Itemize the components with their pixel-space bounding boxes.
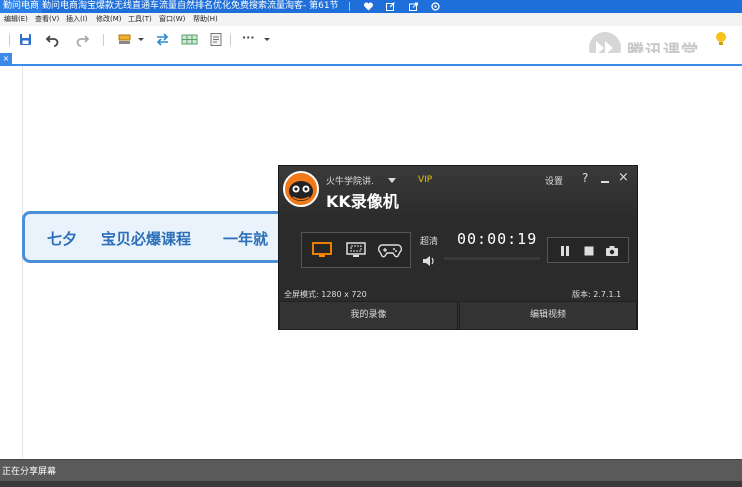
course-banner: 七夕 宝贝必爆课程 一年就 <box>22 211 322 263</box>
pause-icon[interactable] <box>558 243 572 257</box>
kk-recorder-window: 火牛学院讲. VIP KK录像机 设置 ? × 超清 00:00:19 全屏模式… <box>278 165 638 330</box>
lightbulb-icon[interactable] <box>714 31 728 51</box>
menu-window[interactable]: 窗口(W) <box>159 13 185 26</box>
table-icon[interactable] <box>181 32 198 47</box>
chevron-down-icon[interactable] <box>137 32 145 47</box>
screen-share-status: 正在分享屏幕 <box>2 467 57 477</box>
volume-slider[interactable] <box>444 257 540 260</box>
more-icon[interactable]: ··· <box>242 32 255 47</box>
quality-selector[interactable]: 超清 <box>420 234 438 247</box>
app-name[interactable]: 勤问电商 <box>0 0 43 13</box>
recorder-title: KK录像机 <box>326 192 399 211</box>
edit-video-button[interactable]: 编辑视频 <box>459 301 637 330</box>
recorder-close-button[interactable]: × <box>618 170 629 185</box>
bottom-edge <box>0 481 742 487</box>
recorder-settings-button[interactable]: 设置 <box>545 174 563 187</box>
settings-gear-icon[interactable] <box>430 1 441 12</box>
menu-view[interactable]: 查看(V) <box>35 13 59 26</box>
banner-text-qixi: 七夕 <box>47 230 78 248</box>
menu-insert[interactable]: 插入(I) <box>66 13 88 26</box>
screen: 勤问电商 勤问电商淘宝爆款无线直通车流量自然排名优化免费搜索流量淘客- 第61节… <box>0 0 742 487</box>
swap-icon[interactable] <box>155 32 170 47</box>
menu-edit[interactable]: 编辑(E) <box>4 13 28 26</box>
fullscreen-mode-icon[interactable] <box>311 240 333 260</box>
recording-timer: 00:00:19 <box>457 230 538 248</box>
redo-icon[interactable] <box>75 32 90 47</box>
document-title: 勤问电商淘宝爆款无线直通车流量自然排名优化免费搜索流量淘客- 第61节 <box>42 1 339 11</box>
chevron-down-icon[interactable] <box>263 32 271 47</box>
fullscreen-mode-resolution: 全屏模式: 1280 x 720 <box>284 290 367 299</box>
toolbar-separator <box>9 34 10 46</box>
menu-bar: 编辑(E) 查看(V) 插入(I) 修改(M) 工具(T) 窗口(W) 帮助(H… <box>0 13 742 26</box>
toolbar-separator <box>103 34 104 46</box>
tab-close-button[interactable]: × <box>0 53 12 64</box>
page-margin-line <box>22 66 23 458</box>
title-separator <box>349 2 350 11</box>
banner-text-year: 一年就 <box>223 230 269 248</box>
format-painter-icon[interactable] <box>117 32 132 47</box>
save-icon[interactable] <box>18 32 33 47</box>
edit-icon[interactable] <box>385 1 396 12</box>
share-icon[interactable] <box>408 1 419 12</box>
vip-badge[interactable]: VIP <box>418 175 432 185</box>
game-mode-icon[interactable] <box>377 240 403 260</box>
menu-modify[interactable]: 修改(M) <box>96 13 122 26</box>
document-icon[interactable] <box>209 32 224 47</box>
recording-mode-group <box>301 232 411 268</box>
chevron-down-icon[interactable] <box>388 178 396 183</box>
recorder-help-button[interactable]: ? <box>582 171 588 185</box>
recorder-user-label[interactable]: 火牛学院讲. <box>326 174 374 187</box>
stop-icon[interactable] <box>582 243 596 257</box>
my-recordings-button[interactable]: 我的录像 <box>279 301 458 330</box>
title-bar: 勤问电商 勤问电商淘宝爆款无线直通车流量自然排名优化免费搜索流量淘客- 第61节 <box>0 0 742 13</box>
heart-icon[interactable] <box>363 1 374 12</box>
document-tab-strip: × <box>0 53 742 66</box>
recorder-minimize-button[interactable] <box>601 181 609 183</box>
undo-icon[interactable] <box>45 32 60 47</box>
menu-tools[interactable]: 工具(T) <box>128 13 152 26</box>
toolbar-separator <box>230 34 231 46</box>
camera-icon[interactable] <box>605 243 619 257</box>
recorder-version: 版本: 2.7.1.1 <box>572 290 622 299</box>
recording-controls <box>547 237 629 263</box>
banner-text-course: 宝贝必爆课程 <box>101 230 192 248</box>
menu-help[interactable]: 帮助(H) <box>193 13 218 26</box>
screen-share-bar: 正在分享屏幕 <box>0 459 742 481</box>
recorder-logo <box>283 171 319 207</box>
volume-icon[interactable] <box>422 252 436 266</box>
region-mode-icon[interactable] <box>345 240 367 260</box>
